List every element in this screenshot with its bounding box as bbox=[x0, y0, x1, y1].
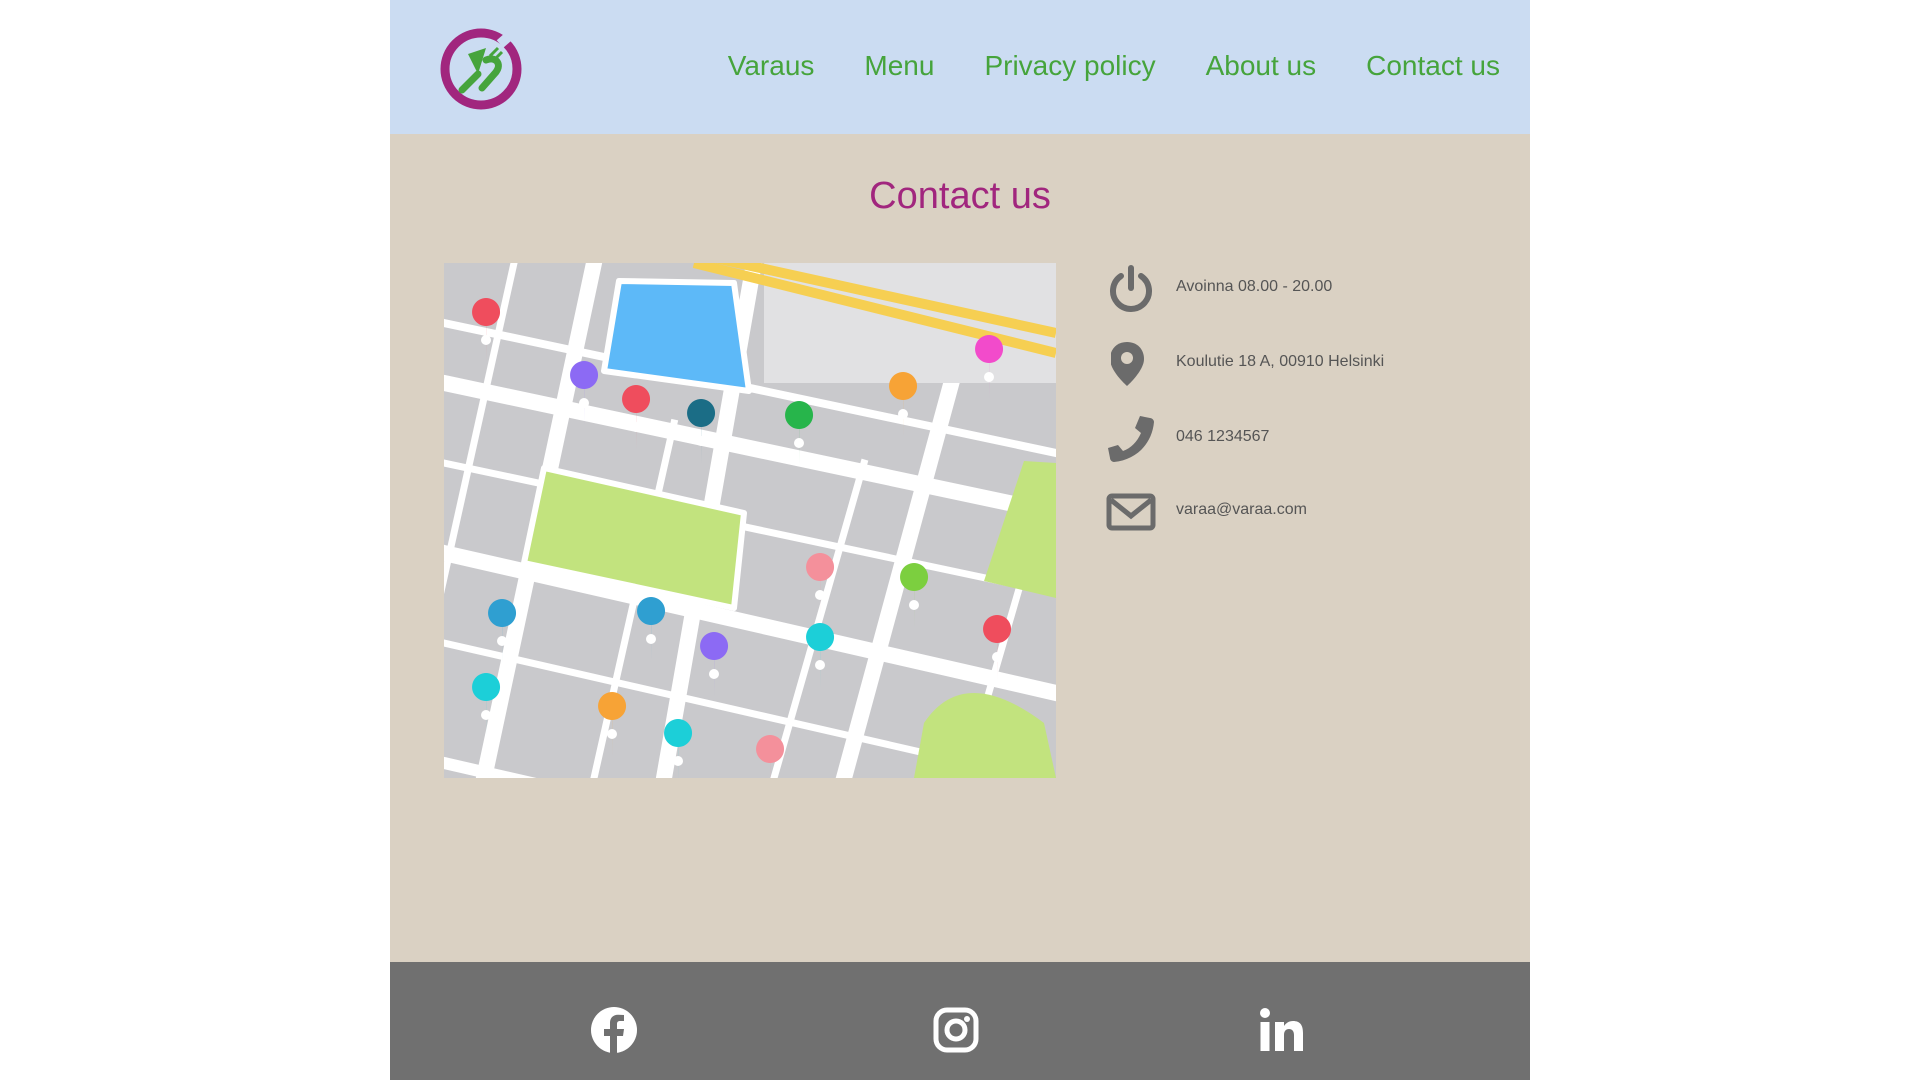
nav-varaus[interactable]: Varaus bbox=[728, 46, 815, 86]
city-map-image bbox=[444, 263, 1056, 778]
contact-phone-row: 046 1234567 bbox=[1104, 412, 1504, 468]
site-footer bbox=[390, 962, 1530, 1080]
contact-phone: 046 1234567 bbox=[1176, 428, 1270, 445]
contact-email-row: varaa@varaa.com bbox=[1104, 485, 1504, 541]
nav-menu[interactable]: Menu bbox=[864, 46, 934, 86]
location-pin-icon bbox=[1104, 337, 1158, 391]
contact-hours: Avoinna 08.00 - 20.00 bbox=[1176, 278, 1333, 295]
instagram-icon[interactable] bbox=[932, 1006, 980, 1054]
contact-email: varaa@varaa.com bbox=[1176, 501, 1307, 518]
contact-address: Koulutie 18 A, 00910 Helsinki bbox=[1176, 353, 1385, 370]
facebook-icon[interactable] bbox=[590, 1006, 638, 1054]
page-title: Contact us bbox=[869, 175, 1051, 217]
page: Varaus Menu Privacy policy About us Cont… bbox=[390, 0, 1530, 1080]
nav-contact-us[interactable]: Contact us bbox=[1366, 46, 1500, 86]
nav-privacy-policy[interactable]: Privacy policy bbox=[984, 46, 1155, 86]
nav-about-us[interactable]: About us bbox=[1206, 46, 1317, 86]
site-header: Varaus Menu Privacy policy About us Cont… bbox=[390, 0, 1530, 134]
power-icon bbox=[1104, 262, 1158, 316]
main-nav: Varaus Menu Privacy policy About us Cont… bbox=[728, 46, 1500, 86]
linkedin-icon[interactable] bbox=[1258, 1006, 1306, 1054]
envelope-icon bbox=[1104, 485, 1158, 539]
restaurant-logo-icon[interactable] bbox=[438, 26, 524, 112]
contact-hours-row: Avoinna 08.00 - 20.00 bbox=[1104, 262, 1504, 318]
phone-icon bbox=[1104, 412, 1158, 466]
contact-address-row: Koulutie 18 A, 00910 Helsinki bbox=[1104, 337, 1504, 393]
